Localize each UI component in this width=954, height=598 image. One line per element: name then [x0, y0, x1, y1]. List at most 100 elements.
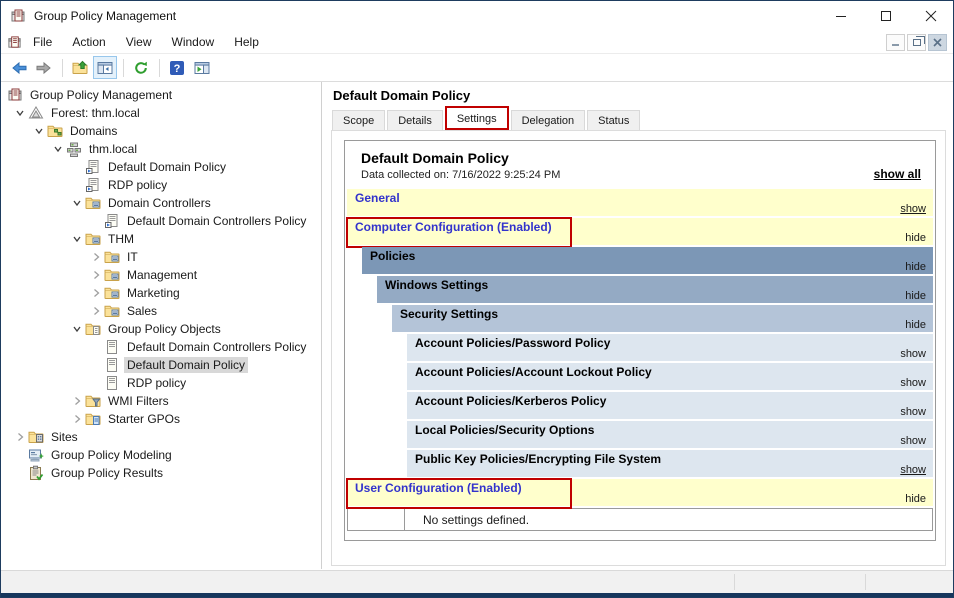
tab-details[interactable]: Details — [387, 110, 443, 130]
tree-item-label: thm.local — [89, 142, 138, 156]
forward-button[interactable] — [32, 56, 56, 79]
tree-item-default-domain-controllers-policy[interactable]: Default Domain Controllers Policy — [1, 338, 321, 356]
report-section-account-policies-kerberos-policy: Account Policies/Kerberos Policy show — [407, 392, 933, 419]
tree-item-sales[interactable]: Sales — [1, 302, 321, 320]
section-title: Windows Settings — [385, 278, 489, 292]
hide-link[interactable]: hide — [905, 232, 926, 244]
tree-item-default-domain-policy[interactable]: Default Domain Policy — [1, 158, 321, 176]
menu-help[interactable]: Help — [225, 32, 268, 52]
tree-item-group-policy-management[interactable]: Group Policy Management — [1, 86, 321, 104]
chevron-right-icon[interactable] — [87, 285, 104, 301]
toolbar: ? — [1, 54, 953, 82]
window-controls — [818, 1, 953, 31]
tree-item-group-policy-results[interactable]: Group Policy Results — [1, 464, 321, 482]
tree-item-label: Default Domain Controllers Policy — [127, 214, 307, 228]
gpo-icon — [104, 339, 120, 355]
tab-scope[interactable]: Scope — [332, 110, 386, 130]
chevron-right-icon[interactable] — [11, 429, 28, 445]
tree-item-marketing[interactable]: Marketing — [1, 284, 321, 302]
mdi-restore-button[interactable] — [907, 33, 926, 51]
show-link[interactable]: show — [900, 435, 926, 447]
chevron-placeholder — [11, 447, 28, 463]
chevron-down-icon[interactable] — [68, 321, 85, 337]
menu-file[interactable]: File — [24, 32, 61, 52]
tree-item-group-policy-objects[interactable]: Group Policy Objects — [1, 320, 321, 338]
settings-tab-content: Default Domain Policy Data collected on:… — [331, 130, 946, 566]
show-action-pane-button[interactable] — [190, 56, 214, 79]
tree-item-label: Default Domain Controllers Policy — [127, 340, 307, 354]
menu-view[interactable]: View — [117, 32, 161, 52]
show-link[interactable]: show — [900, 348, 926, 360]
tab-settings[interactable]: Settings — [444, 106, 509, 130]
tree-item-forest-thm-local[interactable]: Forest: thm.local — [1, 104, 321, 122]
details-pane: Default Domain Policy Scope Details Settin… — [323, 82, 953, 569]
tree-item-wmi-filters[interactable]: WMI Filters — [1, 392, 321, 410]
tab-status[interactable]: Status — [587, 110, 641, 130]
report-header-text: Default Domain Policy Data collected on:… — [361, 150, 874, 181]
toolbar-separator — [62, 58, 63, 77]
refresh-button[interactable] — [129, 56, 153, 79]
mdi-close-button[interactable] — [928, 33, 947, 51]
chevron-right-icon[interactable] — [87, 303, 104, 319]
show-console-tree-button[interactable] — [93, 56, 117, 79]
show-link[interactable]: show — [900, 406, 926, 418]
tree-item-label: Starter GPOs — [108, 412, 181, 426]
tree-item-domains[interactable]: Domains — [1, 122, 321, 140]
section-title: Security Settings — [400, 307, 499, 321]
show-all-link[interactable]: show all — [874, 167, 921, 181]
section-title: User Configuration (Enabled) — [355, 481, 522, 495]
chevron-down-icon[interactable] — [68, 195, 85, 211]
menu-action[interactable]: Action — [63, 32, 114, 52]
mdi-minimize-button[interactable] — [886, 33, 905, 51]
tree-item-thm[interactable]: THM — [1, 230, 321, 248]
chevron-down-icon[interactable] — [49, 141, 66, 157]
hide-link[interactable]: hide — [905, 493, 926, 505]
tree-item-starter-gpos[interactable]: Starter GPOs — [1, 410, 321, 428]
show-link[interactable]: show — [900, 464, 926, 476]
tree-item-default-domain-controllers-policy[interactable]: Default Domain Controllers Policy — [1, 212, 321, 230]
minimize-button[interactable] — [818, 1, 863, 31]
chevron-right-icon[interactable] — [68, 393, 85, 409]
chevron-down-icon[interactable] — [30, 123, 47, 139]
refresh-icon — [133, 60, 149, 76]
tree-item-it[interactable]: IT — [1, 248, 321, 266]
page-title: Default Domain Policy — [333, 88, 471, 103]
console-tree-pane[interactable]: Group Policy Management Forest: thm.local… — [1, 82, 322, 569]
chevron-down-icon[interactable] — [68, 231, 85, 247]
chevron-placeholder — [87, 213, 104, 229]
ou-folder-icon — [104, 267, 120, 283]
ou-folder-icon — [104, 285, 120, 301]
report-section-computer-configuration-enabled-: Computer Configuration (Enabled) hide — [346, 217, 933, 248]
chevron-right-icon[interactable] — [68, 411, 85, 427]
report-section-account-policies-password-policy: Account Policies/Password Policy show — [407, 334, 933, 361]
empty-indent-cell — [348, 509, 405, 530]
tree-item-default-domain-policy[interactable]: Default Domain Policy — [1, 356, 321, 374]
tree-item-sites[interactable]: Sites — [1, 428, 321, 446]
show-link[interactable]: show — [900, 203, 926, 215]
show-link[interactable]: show — [900, 377, 926, 389]
tree-item-domain-controllers[interactable]: Domain Controllers — [1, 194, 321, 212]
hide-link[interactable]: hide — [905, 261, 926, 273]
hide-link[interactable]: hide — [905, 319, 926, 331]
help-button[interactable]: ? — [165, 56, 189, 79]
tree-item-label: Domain Controllers — [108, 196, 211, 210]
up-one-level-button[interactable] — [68, 56, 92, 79]
toolbar-separator — [159, 58, 160, 77]
status-bar — [1, 570, 953, 593]
menu-window[interactable]: Window — [163, 32, 224, 52]
gpmc-app-icon-small — [7, 35, 22, 50]
tree-item-thm-local[interactable]: thm.local — [1, 140, 321, 158]
back-button[interactable] — [7, 56, 31, 79]
maximize-button[interactable] — [863, 1, 908, 31]
ou-folder-icon — [85, 231, 101, 247]
tree-item-management[interactable]: Management — [1, 266, 321, 284]
chevron-right-icon[interactable] — [87, 249, 104, 265]
chevron-down-icon[interactable] — [11, 105, 28, 121]
hide-link[interactable]: hide — [905, 290, 926, 302]
tree-item-rdp-policy[interactable]: RDP policy — [1, 176, 321, 194]
tab-delegation[interactable]: Delegation — [510, 110, 586, 130]
tree-item-rdp-policy[interactable]: RDP policy — [1, 374, 321, 392]
tree-item-group-policy-modeling[interactable]: Group Policy Modeling — [1, 446, 321, 464]
close-button[interactable] — [908, 1, 953, 31]
chevron-right-icon[interactable] — [87, 267, 104, 283]
